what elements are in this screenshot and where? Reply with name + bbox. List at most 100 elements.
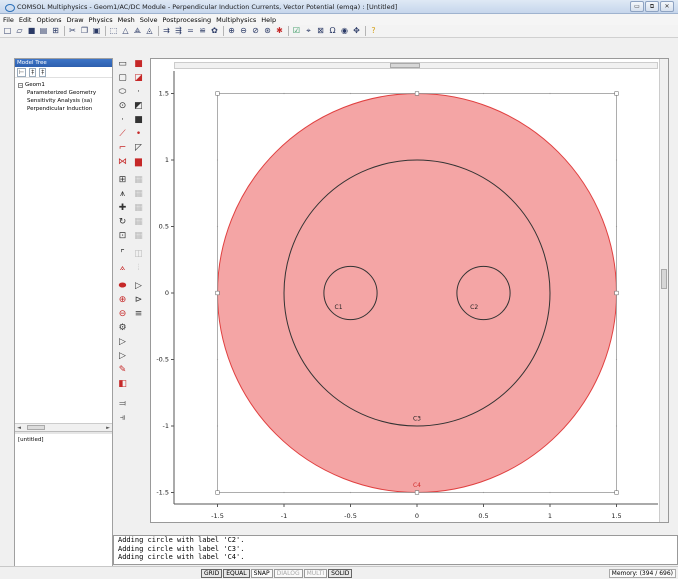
- split-icon[interactable]: ▷: [132, 280, 145, 293]
- menu-multiphysics[interactable]: Multiphysics: [216, 16, 256, 24]
- rotate-icon[interactable]: ↻: [116, 216, 129, 229]
- help-icon[interactable]: ?: [368, 26, 379, 37]
- canvas-hscrollbar[interactable]: [174, 62, 658, 69]
- tree-view-button[interactable]: ⊢: [17, 67, 27, 77]
- union-icon[interactable]: ⬬: [116, 280, 129, 293]
- menu-mesh[interactable]: Mesh: [118, 16, 135, 24]
- dot-icon[interactable]: •: [132, 128, 145, 141]
- omega-icon[interactable]: Ω: [327, 26, 338, 37]
- line-icon[interactable]: ◩: [132, 100, 145, 113]
- boundary-mode-icon[interactable]: ◬: [144, 26, 155, 37]
- menu-options[interactable]: Options: [36, 16, 61, 24]
- diagonal-icon[interactable]: ◸: [132, 142, 145, 155]
- ellipse-icon[interactable]: ⬭: [116, 86, 129, 99]
- zoom-in-icon[interactable]: ⊕: [226, 26, 237, 37]
- ellipse-centered-icon[interactable]: ⊙: [116, 100, 129, 113]
- mesh-icon[interactable]: =: [185, 26, 196, 37]
- tree-expand-button[interactable]: ‡: [29, 67, 37, 77]
- align-icon[interactable]: ⫤: [116, 398, 129, 411]
- scroll-thumb[interactable]: [390, 63, 420, 68]
- scroll-thumb[interactable]: [27, 425, 45, 430]
- canvas-vscrollbar[interactable]: [659, 59, 668, 522]
- maximize-button[interactable]: ⧉: [645, 1, 659, 12]
- grid-toggle[interactable]: GRID: [201, 569, 223, 578]
- tree-item-perpendicular-induction[interactable]: Perpendicular Induction: [18, 105, 112, 113]
- new-icon[interactable]: □: [2, 26, 13, 37]
- parameters-icon[interactable]: ☑: [291, 26, 302, 37]
- tree-item-parameterized-geometry[interactable]: Parameterized Geometry: [18, 89, 112, 97]
- geometry-plot[interactable]: C4 C3 C1 C2 -1.5 -1 -0.5 0 0.5 1 1.5 1.5 1 0.5 0 -0.5 -1…: [151, 59, 670, 524]
- point-mode-icon[interactable]: ⟁: [132, 26, 143, 37]
- composite-icon[interactable]: ⚙: [116, 322, 129, 335]
- collapse-icon[interactable]: −: [18, 82, 23, 88]
- move-icon[interactable]: ✚: [116, 202, 129, 215]
- animate-icon[interactable]: ✥: [351, 26, 362, 37]
- line-segment-icon[interactable]: ⟋: [116, 128, 129, 141]
- square-corner-icon[interactable]: ◪: [132, 72, 145, 85]
- zoom-extents-icon[interactable]: ⊛: [262, 26, 273, 37]
- distribute-icon[interactable]: ⫣: [116, 412, 129, 425]
- polyline-icon[interactable]: ⋈: [116, 156, 129, 169]
- equal-toggle[interactable]: EQUAL: [223, 569, 250, 578]
- menu-draw[interactable]: Draw: [67, 16, 84, 24]
- cut-icon[interactable]: ✂: [67, 26, 78, 37]
- menu-file[interactable]: File: [3, 16, 14, 24]
- mirror-icon[interactable]: ⩚: [116, 188, 129, 201]
- import-icon[interactable]: ◧: [116, 378, 129, 391]
- solid-toggle[interactable]: SOLID: [328, 569, 353, 578]
- multi-toggle[interactable]: MULTI: [303, 569, 328, 578]
- point-icon[interactable]: ·: [132, 86, 145, 99]
- rectangle-icon[interactable]: ▭: [116, 58, 129, 71]
- shape-a-icon[interactable]: ▷: [116, 336, 129, 349]
- zoom-all-icon[interactable]: ⌖: [303, 26, 314, 37]
- equation-icon[interactable]: ⇶: [173, 26, 184, 37]
- zoom-out-icon[interactable]: ⊖: [238, 26, 249, 37]
- sphere-icon[interactable]: ◉: [339, 26, 350, 37]
- scale-icon[interactable]: ⊡: [116, 230, 129, 243]
- draw-mode-icon[interactable]: △: [120, 26, 131, 37]
- minimize-button[interactable]: ▭: [630, 1, 644, 12]
- array-icon[interactable]: ⊞: [116, 174, 129, 187]
- coerce-icon[interactable]: ⊳: [132, 294, 145, 307]
- copy-icon[interactable]: ❐: [79, 26, 90, 37]
- solve-icon[interactable]: ✿: [209, 26, 220, 37]
- fill-icon[interactable]: ▆: [132, 156, 145, 169]
- tree-item-geom1[interactable]: − Geom1: [18, 81, 112, 89]
- menu-solve[interactable]: Solve: [140, 16, 158, 24]
- chamfer-icon[interactable]: ⟑: [116, 262, 129, 275]
- subdomain-mode-icon[interactable]: ⇉: [161, 26, 172, 37]
- menu-postprocessing[interactable]: Postprocessing: [163, 16, 212, 24]
- menu-help[interactable]: Help: [261, 16, 276, 24]
- refine-icon[interactable]: ≌: [197, 26, 208, 37]
- intersection-icon[interactable]: ⊕: [116, 294, 129, 307]
- draw-square-icon[interactable]: ■: [132, 58, 145, 71]
- model-tree-hscrollbar[interactable]: ◄ ►: [15, 423, 112, 431]
- tree-item-sensitivity-analysis[interactable]: Sensitivity Analysis (sa): [18, 97, 112, 105]
- zoom-window-icon[interactable]: ⊘: [250, 26, 261, 37]
- dialog-toggle[interactable]: DIALOG: [273, 569, 303, 578]
- drawing-canvas[interactable]: C4 C3 C1 C2 -1.5 -1 -0.5 0 0.5 1 1.5 1.5 1 0.5 0 -0.5 -1…: [150, 58, 669, 523]
- square-centered-icon[interactable]: ▢: [116, 72, 129, 85]
- point-draw-icon[interactable]: ·: [116, 114, 129, 127]
- fillet-icon[interactable]: ⌜: [116, 248, 129, 261]
- select-icon[interactable]: ⬚: [108, 26, 119, 37]
- solid-square-icon[interactable]: ■: [132, 114, 145, 127]
- save-icon[interactable]: ■: [26, 26, 37, 37]
- plot-icon[interactable]: ✱: [274, 26, 285, 37]
- menu-edit[interactable]: Edit: [19, 16, 32, 24]
- open-icon[interactable]: ▱: [14, 26, 25, 37]
- print-icon[interactable]: ▤: [38, 26, 49, 37]
- panel-splitter[interactable]: [15, 431, 112, 434]
- pencil-icon[interactable]: ✎: [116, 364, 129, 377]
- shape-b-icon[interactable]: ▷: [116, 350, 129, 363]
- curve-icon[interactable]: ⌐: [116, 142, 129, 155]
- model-tree-icon[interactable]: ⊞: [50, 26, 61, 37]
- close-button[interactable]: ✕: [660, 1, 674, 12]
- equal-icon[interactable]: ≡: [132, 308, 145, 321]
- difference-icon[interactable]: ⊖: [116, 308, 129, 321]
- grid-icon[interactable]: ⊠: [315, 26, 326, 37]
- scroll-thumb[interactable]: [661, 269, 667, 289]
- snap-toggle[interactable]: SNAP: [250, 569, 273, 578]
- paste-icon[interactable]: ▣: [91, 26, 102, 37]
- tree-collapse-button[interactable]: ‡: [39, 67, 47, 77]
